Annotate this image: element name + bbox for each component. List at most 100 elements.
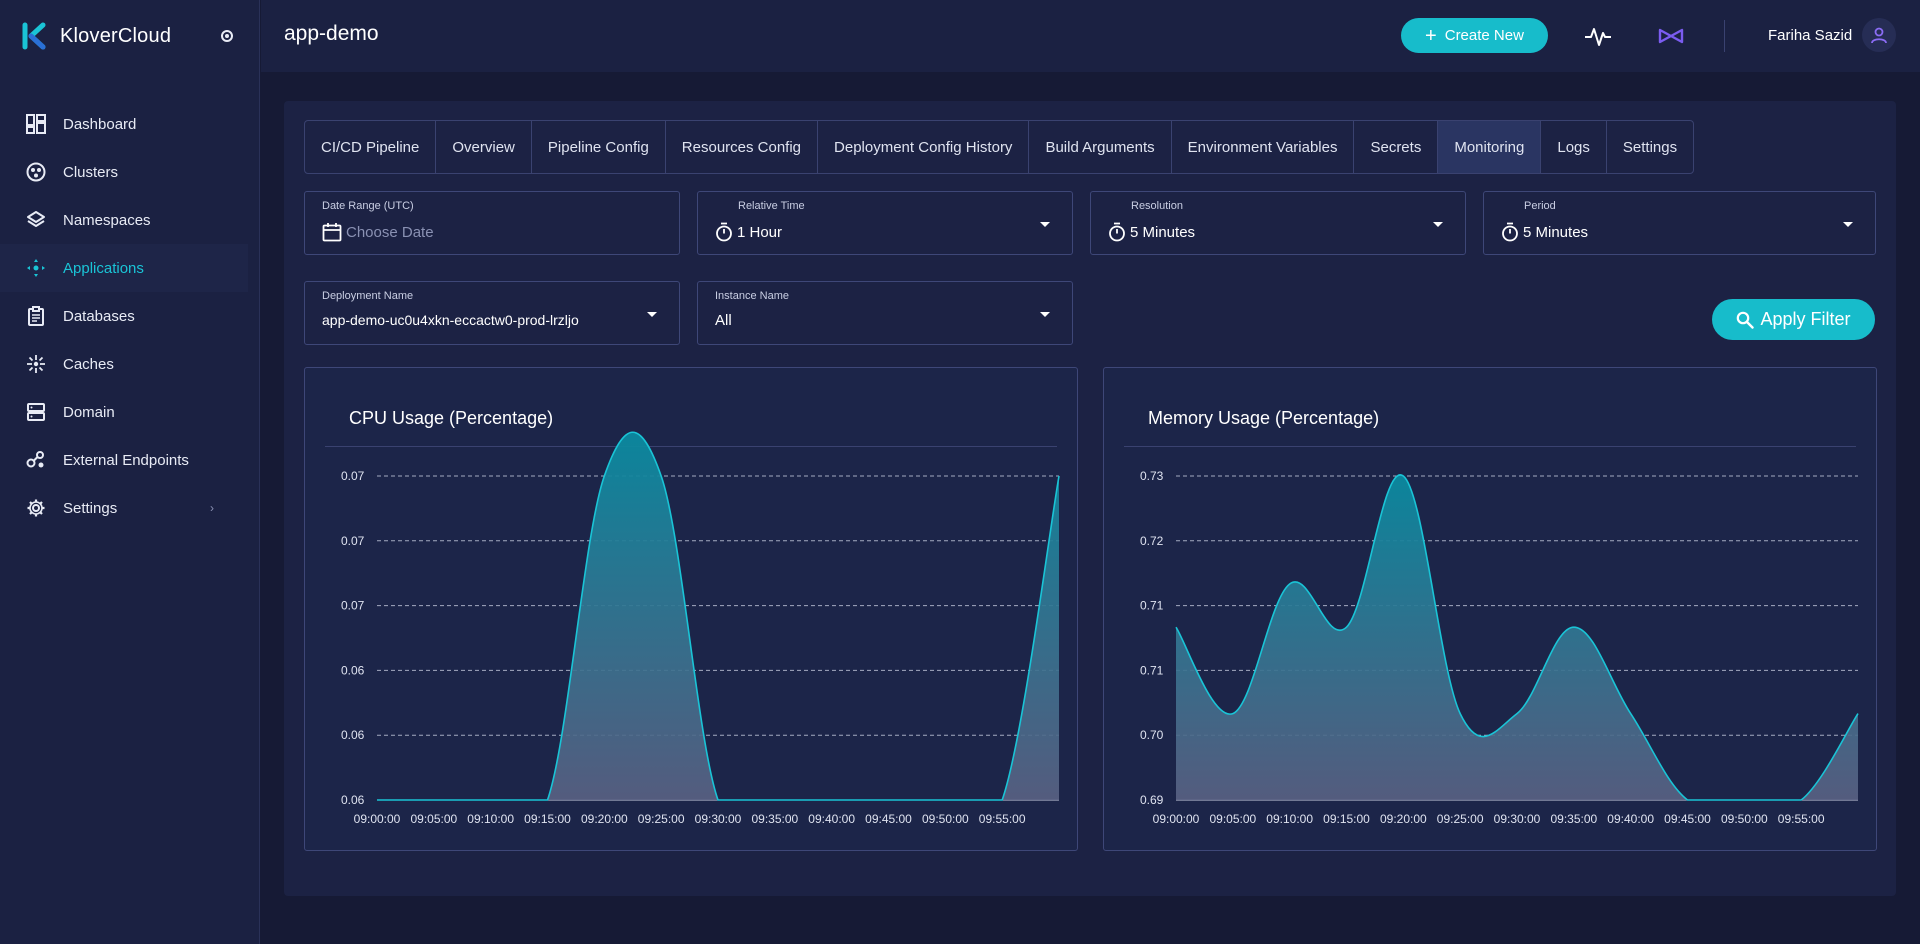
caches-icon bbox=[25, 353, 47, 375]
sidebar-item-label: Clusters bbox=[63, 163, 119, 181]
chevron-down-icon bbox=[1040, 312, 1050, 317]
top-header: app-demo + Create New Fariha Sazid bbox=[261, 0, 1920, 72]
period-text: 5 Minutes bbox=[1523, 223, 1589, 241]
y-tick-label: 0.07 bbox=[341, 534, 365, 548]
tab-cicd-pipeline[interactable]: CI/CD Pipeline bbox=[305, 121, 437, 173]
tab-monitoring[interactable]: Monitoring bbox=[1438, 121, 1542, 173]
tab-bar: CI/CD Pipeline Overview Pipeline Config … bbox=[304, 120, 1695, 174]
instance-name-label: Instance Name bbox=[715, 290, 789, 302]
sidebar-item-domain[interactable]: Domain bbox=[0, 388, 259, 436]
relative-time-select[interactable]: Relative Time 1 Hour bbox=[697, 191, 1073, 255]
area-fill bbox=[1176, 474, 1858, 800]
sidebar-item-applications[interactable]: Applications bbox=[0, 244, 248, 292]
endpoints-icon bbox=[25, 449, 47, 471]
sidebar-item-label: Domain bbox=[63, 403, 115, 421]
tab-resources-config[interactable]: Resources Config bbox=[666, 121, 819, 173]
apply-filter-button[interactable]: Apply Filter bbox=[1712, 299, 1875, 340]
y-tick-label: 0.07 bbox=[341, 469, 365, 483]
brand[interactable]: KloverCloud bbox=[0, 0, 259, 72]
date-range-field[interactable]: Date Range (UTC) Choose Date bbox=[304, 191, 680, 255]
deployment-name-select[interactable]: Deployment Name app-demo-uc0u4xkn-eccact… bbox=[304, 281, 680, 345]
x-tick-label: 09:25:00 bbox=[638, 812, 685, 826]
avatar[interactable] bbox=[1862, 18, 1896, 52]
tab-logs[interactable]: Logs bbox=[1541, 121, 1607, 173]
sidebar-item-dashboard[interactable]: Dashboard bbox=[0, 100, 259, 148]
sidebar-item-label: Applications bbox=[63, 259, 144, 277]
user-icon bbox=[1871, 27, 1887, 44]
tab-build-arguments[interactable]: Build Arguments bbox=[1029, 121, 1172, 173]
activity-pulse-icon[interactable] bbox=[1584, 24, 1612, 48]
user-name[interactable]: Fariha Sazid bbox=[1768, 27, 1852, 44]
sidebar-item-label: Settings bbox=[63, 499, 118, 517]
x-tick-label: 09:15:00 bbox=[1323, 812, 1370, 826]
apply-filter-label: Apply Filter bbox=[1760, 309, 1851, 329]
memory-usage-chart: 0.73 0.72 0.71 0.71 0.70 0.69 09:00:00 09:05:00… bbox=[1140, 469, 1859, 826]
x-tick-label: 09:40:00 bbox=[1607, 812, 1654, 826]
applications-icon bbox=[25, 257, 47, 279]
date-range-placeholder: Choose Date bbox=[346, 223, 434, 241]
chevron-down-icon bbox=[1040, 222, 1050, 227]
calendar-icon bbox=[322, 223, 342, 242]
instance-name-select[interactable]: Instance Name All bbox=[697, 281, 1073, 345]
cpu-usage-chart: 0.07 0.07 0.07 0.06 0.06 0.06 09:00:00 09:05:00… bbox=[341, 431, 1060, 826]
klovercloud-logo-icon bbox=[22, 22, 46, 50]
x-tick-label: 09:30:00 bbox=[1494, 812, 1541, 826]
period-label: Period bbox=[1524, 200, 1556, 212]
x-tick-label: 09:05:00 bbox=[1209, 812, 1256, 826]
tab-pipeline-config[interactable]: Pipeline Config bbox=[532, 121, 666, 173]
gear-icon bbox=[25, 497, 47, 519]
sidebar-item-namespaces[interactable]: Namespaces bbox=[0, 196, 259, 244]
resolution-value: 5 Minutes bbox=[1108, 222, 1195, 242]
x-tick-label: 09:45:00 bbox=[1664, 812, 1711, 826]
resolution-select[interactable]: Resolution 5 Minutes bbox=[1090, 191, 1466, 255]
sidebar-item-settings[interactable]: Settings › bbox=[0, 484, 259, 532]
x-tick-label: 09:35:00 bbox=[751, 812, 798, 826]
area-fill bbox=[377, 432, 1059, 800]
y-tick-label: 0.70 bbox=[1140, 728, 1164, 742]
y-tick-label: 0.06 bbox=[341, 663, 365, 677]
sidebar-item-caches[interactable]: Caches bbox=[0, 340, 259, 388]
chevron-down-icon bbox=[1843, 222, 1853, 227]
sidebar-item-label: External Endpoints bbox=[63, 451, 189, 469]
period-select[interactable]: Period 5 Minutes bbox=[1483, 191, 1876, 255]
series-line bbox=[376, 431, 1060, 801]
plus-icon: + bbox=[1425, 24, 1437, 47]
x-tick-label: 09:50:00 bbox=[1721, 812, 1768, 826]
relative-time-label: Relative Time bbox=[738, 200, 805, 212]
y-tick-label: 0.71 bbox=[1140, 663, 1164, 677]
resolution-text: 5 Minutes bbox=[1130, 223, 1196, 241]
resolution-label: Resolution bbox=[1131, 200, 1183, 212]
sidebar-toggle-icon[interactable] bbox=[221, 30, 233, 42]
x-tick-label: 09:35:00 bbox=[1550, 812, 1597, 826]
tab-environment-variables[interactable]: Environment Variables bbox=[1172, 121, 1355, 173]
y-tick-label: 0.06 bbox=[341, 793, 365, 807]
y-tick-label: 0.71 bbox=[1140, 599, 1164, 613]
sidebar-item-label: Namespaces bbox=[63, 211, 151, 229]
tab-overview[interactable]: Overview bbox=[436, 121, 532, 173]
integrations-icon[interactable] bbox=[1657, 24, 1685, 48]
tab-deployment-config-history[interactable]: Deployment Config History bbox=[818, 121, 1030, 173]
create-new-label: Create New bbox=[1444, 27, 1524, 44]
create-new-button[interactable]: + Create New bbox=[1401, 18, 1548, 53]
x-tick-label: 09:30:00 bbox=[695, 812, 742, 826]
timer-icon bbox=[716, 222, 732, 242]
chevron-down-icon bbox=[1433, 222, 1443, 227]
tab-settings[interactable]: Settings bbox=[1607, 121, 1693, 173]
sidebar-item-external-endpoints[interactable]: External Endpoints bbox=[0, 436, 259, 484]
chevron-down-icon bbox=[647, 312, 657, 317]
x-tick-label: 09:55:00 bbox=[979, 812, 1026, 826]
x-tick-label: 09:00:00 bbox=[1153, 812, 1200, 826]
tab-secrets[interactable]: Secrets bbox=[1354, 121, 1439, 173]
y-tick-label: 0.72 bbox=[1140, 534, 1164, 548]
sidebar-item-label: Dashboard bbox=[63, 115, 137, 133]
date-range-value: Choose Date bbox=[322, 222, 434, 242]
x-tick-label: 09:45:00 bbox=[865, 812, 912, 826]
sidebar-item-databases[interactable]: Databases bbox=[0, 292, 259, 340]
y-tick-label: 0.07 bbox=[341, 599, 365, 613]
sidebar-nav: Dashboard Clusters Namespaces Applicatio… bbox=[0, 100, 259, 532]
timer-icon bbox=[1502, 222, 1518, 242]
period-value: 5 Minutes bbox=[1501, 222, 1588, 242]
x-tick-label: 09:25:00 bbox=[1437, 812, 1484, 826]
x-tick-label: 09:40:00 bbox=[808, 812, 855, 826]
sidebar-item-clusters[interactable]: Clusters bbox=[0, 148, 259, 196]
